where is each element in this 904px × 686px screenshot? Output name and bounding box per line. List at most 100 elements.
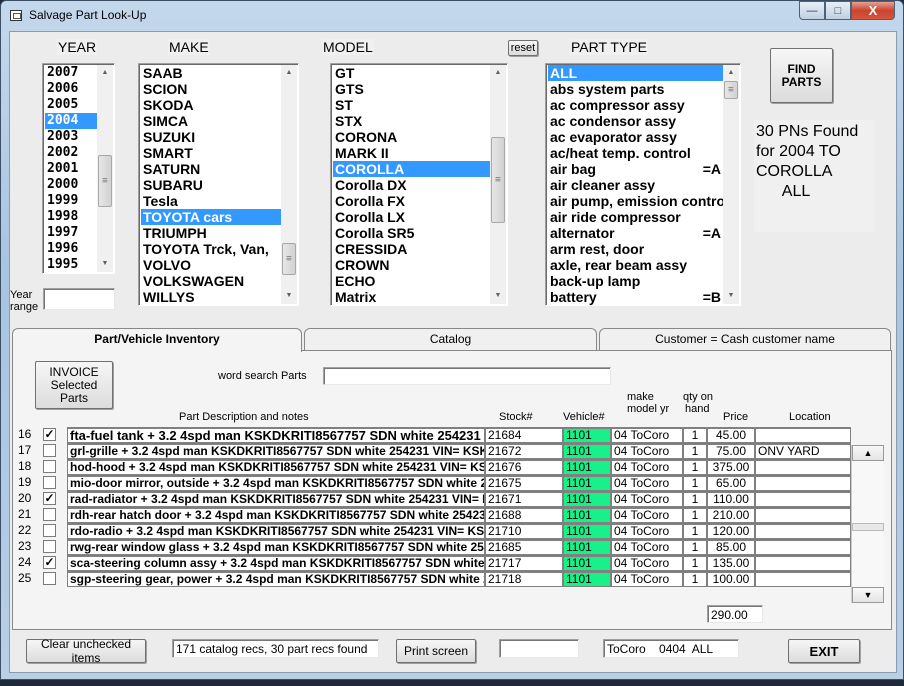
row-checkbox[interactable] bbox=[43, 540, 56, 553]
part-type-list-item[interactable]: alternator =A bbox=[548, 225, 723, 241]
make-list-item[interactable]: SUZUKI bbox=[141, 129, 281, 145]
scroll-thumb[interactable] bbox=[98, 155, 112, 207]
model-scrollbar[interactable]: ▲ ▼ bbox=[490, 65, 506, 304]
cell-location[interactable] bbox=[755, 507, 851, 523]
cell-location[interactable] bbox=[755, 539, 851, 555]
tab-catalog[interactable]: Catalog bbox=[304, 328, 597, 350]
part-type-list-item[interactable]: back-up lamp bbox=[548, 273, 723, 289]
make-list-item[interactable]: SCION bbox=[141, 81, 281, 97]
scroll-up-arrow-icon[interactable]: ▲ bbox=[281, 65, 297, 81]
cell-price[interactable]: 85.00 bbox=[707, 539, 755, 555]
cell-qty[interactable]: 1 bbox=[683, 459, 707, 475]
year-list-item[interactable]: 1996 bbox=[45, 241, 97, 257]
cell-stock[interactable]: 21710 bbox=[485, 523, 563, 539]
reset-button[interactable]: reset bbox=[508, 40, 538, 56]
cell-mmy[interactable]: 04 ToCoro bbox=[611, 443, 683, 459]
row-checkbox[interactable] bbox=[43, 460, 56, 473]
year-list-item[interactable]: 2006 bbox=[45, 81, 97, 97]
cell-price[interactable]: 45.00 bbox=[707, 427, 755, 443]
cell-desc[interactable]: sgp-steering gear, power + 3.2 4spd man … bbox=[67, 571, 485, 587]
word-search-input[interactable] bbox=[323, 367, 611, 385]
cell-price[interactable]: 75.00 bbox=[707, 443, 755, 459]
model-list-item[interactable]: Corolla SR5 bbox=[333, 225, 490, 241]
close-button[interactable]: X bbox=[851, 1, 895, 20]
part-type-list-item[interactable]: ac condensor assy bbox=[548, 113, 723, 129]
cell-location[interactable] bbox=[755, 459, 851, 475]
cell-stock[interactable]: 21685 bbox=[485, 539, 563, 555]
cell-stock[interactable]: 21718 bbox=[485, 571, 563, 587]
cell-qty[interactable]: 1 bbox=[683, 475, 707, 491]
cell-stock[interactable]: 21672 bbox=[485, 443, 563, 459]
cell-desc[interactable]: fta-fuel tank + 3.2 4spd man KSKDKRITI85… bbox=[67, 427, 485, 443]
model-list-item[interactable]: ST bbox=[333, 97, 490, 113]
model-list-item[interactable]: COROLLA bbox=[333, 161, 490, 177]
year-list-item[interactable]: 2000 bbox=[45, 177, 97, 193]
scroll-down-arrow-icon[interactable]: ▼ bbox=[490, 288, 506, 304]
year-listbox[interactable]: 2007 2006 2005 2004 2003 2002 2001 2000 1999 1998… bbox=[42, 63, 115, 274]
part-type-list-item[interactable]: ALL bbox=[548, 65, 723, 81]
title-bar[interactable]: Salvage Part Look-Up — □ X bbox=[1, 1, 903, 29]
part-type-list-item[interactable]: air cleaner assy bbox=[548, 177, 723, 193]
row-checkbox[interactable] bbox=[43, 572, 56, 585]
model-list-item[interactable]: CROWN bbox=[333, 257, 490, 273]
model-list-item[interactable]: GTS bbox=[333, 81, 490, 97]
model-list-item[interactable]: CORONA bbox=[333, 129, 490, 145]
cell-mmy[interactable]: 04 ToCoro bbox=[611, 475, 683, 491]
cell-location[interactable] bbox=[755, 571, 851, 587]
model-list-item[interactable]: Corolla LX bbox=[333, 209, 490, 225]
cell-desc[interactable]: grl-grille + 3.2 4spd man KSKDKRITI85677… bbox=[67, 443, 485, 459]
make-list-item[interactable]: SAAB bbox=[141, 65, 281, 81]
scroll-thumb[interactable] bbox=[852, 523, 884, 531]
make-listbox[interactable]: SAAB SCION SKODA SIMCA SUZUKI SMART SATURN SUBA… bbox=[138, 63, 299, 306]
cell-desc[interactable]: hod-hood + 3.2 4spd man KSKDKRITI8567757… bbox=[67, 459, 485, 475]
part-type-list-item[interactable]: air ride compressor bbox=[548, 209, 723, 225]
year-list-item[interactable]: 2002 bbox=[45, 145, 97, 161]
cell-vehicle[interactable]: 1101 bbox=[563, 427, 611, 443]
year-list-item[interactable]: 1997 bbox=[45, 225, 97, 241]
make-list-item[interactable]: WILLYS bbox=[141, 289, 281, 305]
row-checkbox[interactable] bbox=[43, 476, 56, 489]
cell-mmy[interactable]: 04 ToCoro bbox=[611, 555, 683, 571]
part-type-list-item[interactable]: ac evaporator assy bbox=[548, 129, 723, 145]
make-list-item[interactable]: SATURN bbox=[141, 161, 281, 177]
scroll-thumb[interactable] bbox=[282, 243, 296, 275]
model-list-item[interactable]: STX bbox=[333, 113, 490, 129]
model-listbox[interactable]: GT GTS ST STX CORONA MARK II COROLLA Corolla DX… bbox=[330, 63, 508, 306]
make-list-item[interactable]: SKODA bbox=[141, 97, 281, 113]
cell-desc[interactable]: rdh-rear hatch door + 3.2 4spd man KSKDK… bbox=[67, 507, 485, 523]
cell-location[interactable] bbox=[755, 491, 851, 507]
year-list-item[interactable]: 2004 bbox=[45, 113, 97, 129]
cell-location[interactable]: ONV YARD bbox=[755, 443, 851, 459]
model-list-item[interactable]: Matrix bbox=[333, 289, 490, 305]
part-type-list-item[interactable]: air bag =A bbox=[548, 161, 723, 177]
row-checkbox[interactable]: ✓ bbox=[43, 492, 56, 505]
year-range-input[interactable] bbox=[43, 288, 115, 310]
cell-vehicle[interactable]: 1101 bbox=[563, 523, 611, 539]
cell-price[interactable]: 65.00 bbox=[707, 475, 755, 491]
cell-desc[interactable]: rdo-radio + 3.2 4spd man KSKDKRITI856775… bbox=[67, 523, 485, 539]
cell-stock[interactable]: 21717 bbox=[485, 555, 563, 571]
scroll-up-arrow-icon[interactable]: ▲ bbox=[490, 65, 506, 81]
cell-vehicle[interactable]: 1101 bbox=[563, 443, 611, 459]
year-list-item[interactable]: 1998 bbox=[45, 209, 97, 225]
model-list-item[interactable]: CRESSIDA bbox=[333, 241, 490, 257]
row-checkbox[interactable] bbox=[43, 508, 56, 521]
part-type-list-item[interactable]: ac compressor assy bbox=[548, 97, 723, 113]
cell-desc[interactable]: mio-door mirror, outside + 3.2 4spd man … bbox=[67, 475, 485, 491]
find-parts-button[interactable]: FIND PARTS bbox=[770, 48, 833, 103]
grid-scrollbar[interactable]: ▲ ▼ bbox=[851, 445, 884, 603]
part-type-list-item[interactable]: air pump, emission control bbox=[548, 193, 723, 209]
part-type-listbox[interactable]: ALL abs system parts ac compressor assy ac … bbox=[545, 63, 741, 306]
cell-mmy[interactable]: 04 ToCoro bbox=[611, 571, 683, 587]
exit-button[interactable]: EXIT bbox=[788, 639, 860, 663]
part-type-list-item[interactable]: arm rest, door bbox=[548, 241, 723, 257]
cell-desc[interactable]: rad-radiator + 3.2 4spd man KSKDKRITI856… bbox=[67, 491, 485, 507]
cell-price[interactable]: 210.00 bbox=[707, 507, 755, 523]
year-list-item[interactable]: 2007 bbox=[45, 65, 97, 81]
cell-stock[interactable]: 21676 bbox=[485, 459, 563, 475]
minimize-button[interactable]: — bbox=[799, 1, 825, 20]
model-list-item[interactable]: ECHO bbox=[333, 273, 490, 289]
part-type-list-item[interactable]: axle, rear beam assy bbox=[548, 257, 723, 273]
cell-qty[interactable]: 1 bbox=[683, 427, 707, 443]
row-checkbox[interactable]: ✓ bbox=[43, 556, 56, 569]
